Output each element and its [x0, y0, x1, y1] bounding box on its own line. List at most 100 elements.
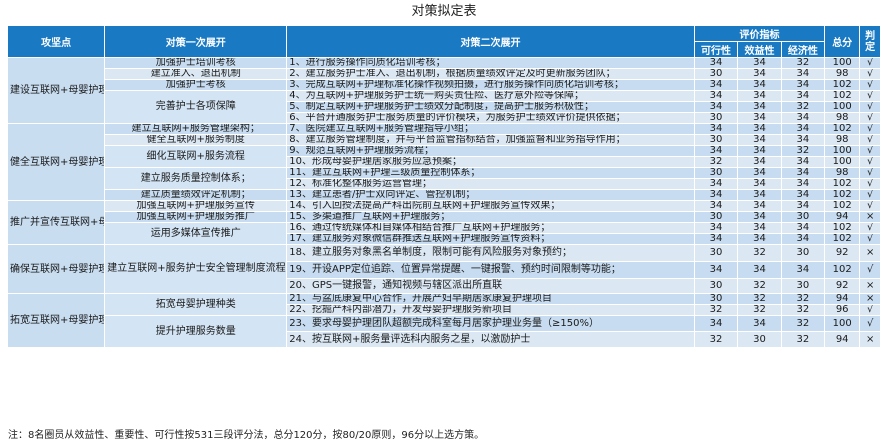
economy-cell: 30 [780, 211, 826, 223]
group-cell: 推广并宣传互联网+母婴护理服务 [6, 200, 106, 245]
table-row: 建设互联网+母婴护理职业化团队 加强护士培训考核 1、进行服务操作同质化培训考核… [6, 57, 881, 124]
benefit-cell: 34 [737, 200, 782, 212]
economy-cell: 34 [780, 233, 826, 245]
benefit-cell: 34 [737, 68, 782, 80]
first-cell: 运用多媒体宣传推广 [104, 222, 288, 245]
second-cell: 6、平台开通服务护士服务质量的评价模块，为服务护士绩效评价提供依据； [286, 112, 695, 124]
benefit-cell: 34 [737, 123, 782, 135]
table-row: 细化互联网+服务流程 9、规范互联网+护理服务流程； 34 34 32 100 … [8, 145, 881, 168]
table-row: 建立服务质量控制体系； 11、建立互联网+护理三级质量控制体系； 30 34 3… [8, 167, 881, 190]
total-cell: 92 [824, 278, 861, 294]
header-first: 对策一次展开 [104, 25, 288, 58]
feasibility-cell: 32 [693, 156, 739, 168]
economy-cell: 32 [780, 293, 826, 305]
feasibility-cell: 34 [693, 222, 739, 234]
judge-cell: √ [859, 156, 881, 168]
first-cell: 完善护士各项保障 [104, 90, 288, 124]
economy-cell: 34 [780, 68, 826, 80]
second-cell: 3、完成互联网+护理标准化操作视频拍摄，进行服务操作同质化培训考核； [286, 79, 695, 91]
feasibility-cell: 34 [693, 79, 739, 91]
benefit-cell: 34 [737, 134, 782, 146]
feasibility-cell: 34 [693, 200, 739, 212]
header-total: 总分 [824, 25, 861, 58]
first-cell: 拓宽母婴护理种类 [104, 293, 288, 316]
benefit-cell: 34 [737, 189, 782, 201]
header-eval: 评价指标 [693, 25, 826, 42]
economy-cell: 34 [780, 90, 826, 102]
feasibility-cell: 32 [693, 304, 739, 316]
feasibility-cell: 34 [693, 123, 739, 135]
second-cell: 9、规范互联网+护理服务流程； [286, 145, 695, 157]
benefit-cell: 34 [737, 233, 782, 245]
feasibility-cell: 30 [693, 293, 739, 305]
total-cell: 100 [824, 101, 861, 113]
second-cell: 5、制定互联网+护理服务护士绩效分配制度，提高护士服务积极性； [286, 101, 695, 113]
table-row: 提升护理服务数量 23、要求母婴护理团队超额完成科室每月居家护理业务量（≥150… [8, 315, 881, 348]
total-cell: 94 [824, 211, 861, 223]
total-cell: 96 [824, 304, 861, 316]
table-row: 加强护士考核 3、完成互联网+护理标准化操作视频拍摄，进行服务操作同质化培训考核… [8, 79, 881, 91]
economy-cell: 32 [780, 57, 826, 69]
judge-cell: √ [859, 222, 881, 234]
economy-cell: 34 [780, 112, 826, 124]
header-feasibility: 可行性 [693, 41, 739, 58]
judge-cell: √ [859, 315, 881, 332]
total-cell: 94 [824, 293, 861, 305]
judge-cell: √ [859, 123, 881, 135]
second-cell: 16、通过传统媒体和自媒体相结合推广互联网+护理服务； [286, 222, 695, 234]
benefit-cell: 34 [737, 315, 782, 332]
second-cell: 4、为互联网+护理服务护士统一购买责任险、医疗意外险等保障； [286, 90, 695, 102]
judge-cell: × [859, 244, 881, 262]
economy-cell: 34 [780, 79, 826, 91]
feasibility-cell: 30 [693, 211, 739, 223]
table-row: 建立准入、退出机制 2、建立服务护士准入、退出机制，根据质量绩效评定及时更新服务… [8, 68, 881, 80]
judge-cell: × [859, 293, 881, 305]
benefit-cell: 34 [737, 90, 782, 102]
second-cell: 21、与盆底康复中心合作，开展产妇早期居家康复护理项目 [286, 293, 695, 305]
total-cell: 100 [824, 145, 861, 157]
first-cell: 健全互联网+服务制度 [104, 134, 288, 146]
second-cell: 7、医院建立互联网+服务管理指导小组； [286, 123, 695, 135]
group-cell: 确保互联网+母婴护理服务职业安全 [6, 244, 106, 294]
judge-cell: √ [859, 200, 881, 212]
feasibility-cell: 30 [693, 68, 739, 80]
judge-cell: √ [859, 189, 881, 201]
total-cell: 98 [824, 167, 861, 179]
total-cell: 102 [824, 189, 861, 201]
second-cell: 14、引入回授法提高产科出院前互联网+护理服务宣传效果； [286, 200, 695, 212]
first-cell: 细化互联网+服务流程 [104, 145, 288, 168]
feasibility-cell: 34 [693, 189, 739, 201]
economy-cell: 34 [780, 200, 826, 212]
second-cell: 1、进行服务操作同质化培训考核； [286, 57, 695, 69]
judge-cell: √ [859, 112, 881, 124]
benefit-cell: 34 [737, 211, 782, 223]
table-row: 健全互联网+母婴护理服务制度流程 建立互联网+服务管理架构； 7、医院建立互联网… [6, 123, 881, 201]
economy-cell: 30 [780, 244, 826, 262]
group-cell: 建设互联网+母婴护理职业化团队 [6, 57, 106, 124]
judge-cell: √ [859, 145, 881, 157]
second-cell: 24、按互联网+服务量评选科内服务之星，以激励护士 [286, 331, 695, 348]
countermeasure-table: 攻坚点 对策一次展开 对策二次展开 评价指标 总分 判定 可行性 效益性 经济性… [6, 25, 881, 348]
first-cell: 建立准入、退出机制 [104, 68, 288, 80]
feasibility-cell: 34 [693, 57, 739, 69]
second-cell: 18、建立服务对象黑名单制度，限制可能有风险服务对象预约； [286, 244, 695, 262]
table-row: 健全互联网+服务制度 8、建立服务管理制度，并与平台监管指标结合，加强监督和业务… [8, 134, 881, 146]
total-cell: 94 [824, 331, 861, 348]
total-cell: 100 [824, 156, 861, 168]
economy-cell: 34 [780, 167, 826, 179]
second-cell: 15、多渠道推广互联网+护理服务； [286, 211, 695, 223]
economy-cell: 34 [780, 222, 826, 234]
benefit-cell: 34 [737, 178, 782, 190]
first-cell: 加强护士考核 [104, 79, 288, 91]
first-cell: 加强互联网+护理服务推广 [104, 211, 288, 223]
benefit-cell: 34 [737, 79, 782, 91]
table-row: 拓宽互联网+母婴护理服务种类数量 拓宽母婴护理种类 21、与盆底康复中心合作，开… [6, 293, 881, 348]
second-cell: 13、建立患者/护士双向评定、管控机制； [286, 189, 695, 201]
economy-cell: 32 [780, 331, 826, 348]
total-cell: 102 [824, 222, 861, 234]
feasibility-cell: 34 [693, 233, 739, 245]
second-cell: 12、标准化整体服务运营管理； [286, 178, 695, 190]
judge-cell: √ [859, 304, 881, 316]
second-cell: 17、建立服务对象微信群推送互联网+护理服务宣传资料； [286, 233, 695, 245]
benefit-cell: 34 [737, 101, 782, 113]
